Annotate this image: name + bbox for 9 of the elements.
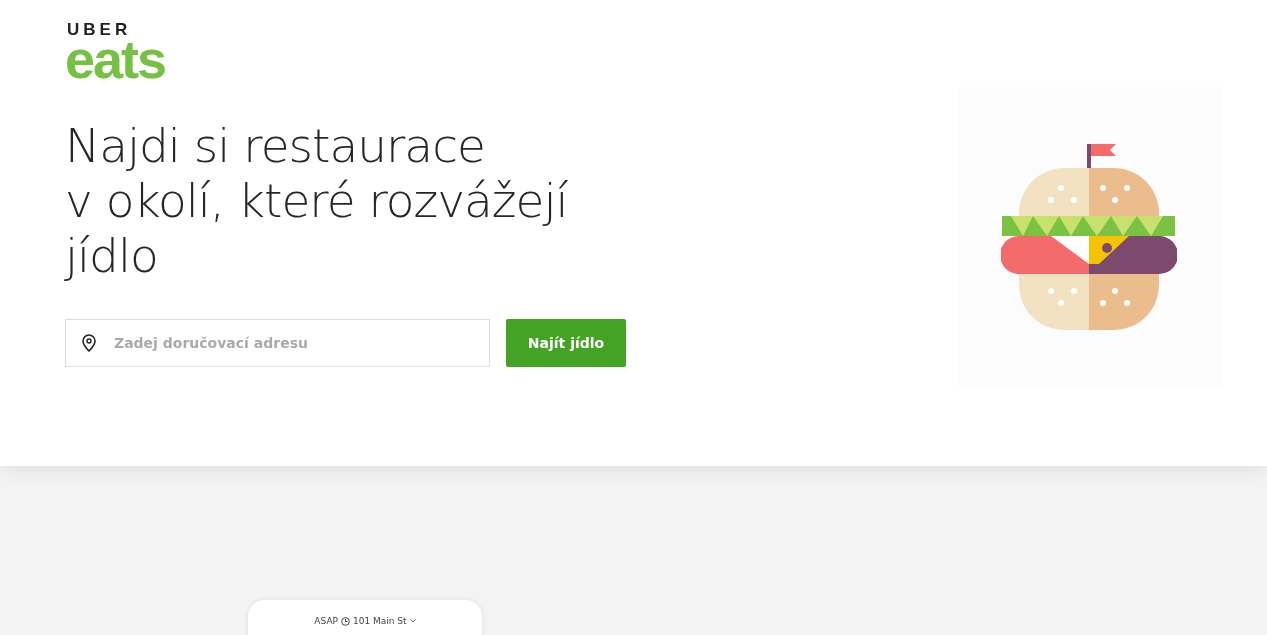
address-field[interactable]: Zadej doručovací adresu bbox=[65, 319, 490, 367]
chevron-down-icon bbox=[409, 619, 416, 623]
find-food-button[interactable]: Najít jídlo bbox=[506, 319, 626, 367]
delivery-address: 101 Main St bbox=[353, 616, 407, 626]
delivery-address: ASAP bbox=[314, 616, 338, 626]
headline: Najdi si restaurace v okolí, které rozvážejí jídlo bbox=[65, 118, 569, 283]
clock-icon bbox=[341, 617, 350, 626]
logo-wordmark: eats bbox=[65, 38, 167, 80]
logo-wordmark: UBER bbox=[66, 22, 133, 38]
